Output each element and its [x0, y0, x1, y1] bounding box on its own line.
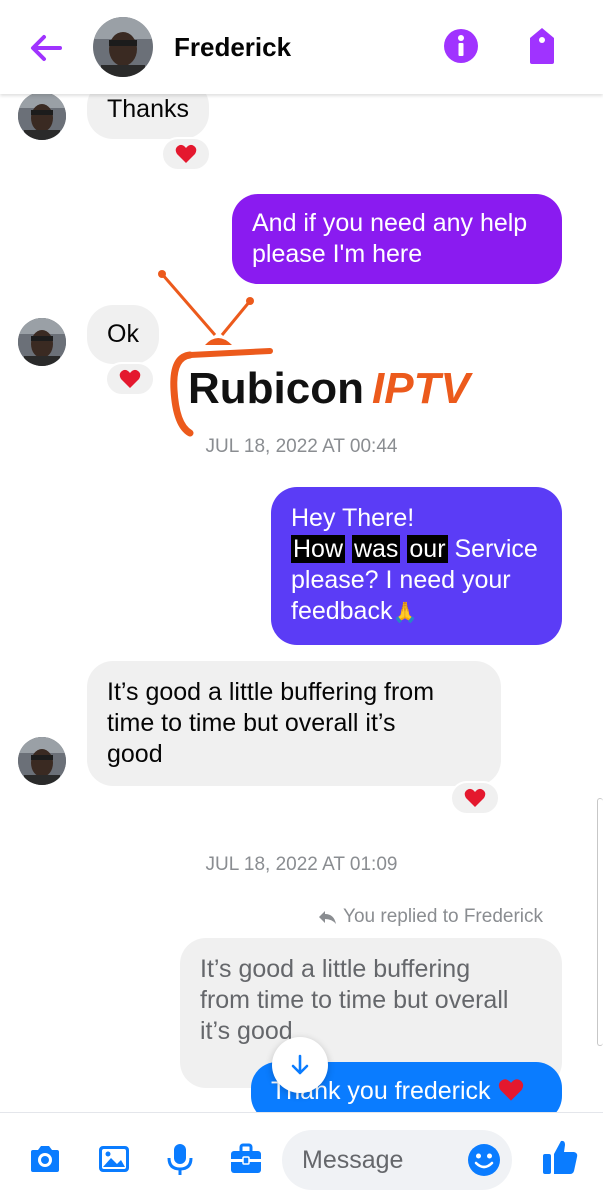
message-line: feedback🙏	[291, 596, 542, 629]
watermark-suffix: IPTV	[372, 364, 473, 413]
contact-avatar[interactable]	[93, 17, 153, 77]
message-input[interactable]: Message	[282, 1130, 512, 1190]
heart-icon	[175, 144, 197, 163]
back-arrow-icon[interactable]	[26, 28, 66, 68]
highlighted-word: our	[407, 535, 448, 563]
reply-notice-text: You replied to Frederick	[343, 906, 543, 927]
image-icon[interactable]	[96, 1141, 132, 1177]
arrow-down-icon	[291, 1054, 309, 1075]
sender-avatar[interactable]	[18, 92, 66, 140]
watermark-brand: Rubicon	[188, 364, 364, 413]
message-line: And if you need any help	[252, 209, 528, 237]
outgoing-message[interactable]: And if you need any help please I'm here	[232, 194, 562, 284]
emoji-icon[interactable]	[466, 1142, 502, 1178]
sender-avatar[interactable]	[18, 318, 66, 366]
message-line: please I'm here	[252, 240, 423, 268]
briefcase-icon[interactable]	[228, 1141, 264, 1177]
sender-avatar[interactable]	[18, 737, 66, 785]
tag-icon[interactable]	[524, 26, 560, 66]
message-text: Service	[447, 535, 538, 563]
message-line: it’s good	[200, 1017, 293, 1045]
chat-header: Frederick	[0, 0, 603, 94]
camera-icon[interactable]	[27, 1141, 63, 1177]
heart-icon	[464, 788, 486, 807]
message-line: please? I need your	[291, 566, 511, 594]
message-line: How was our Service	[291, 534, 542, 565]
thumbs-up-icon[interactable]	[540, 1137, 580, 1177]
outgoing-message[interactable]: Hey There! How was our Service please? I…	[271, 487, 562, 645]
message-line: It’s good a little buffering	[200, 955, 471, 983]
timestamp: JUL 18, 2022 AT 01:09	[205, 854, 398, 875]
message-line: from time to time but overall	[200, 986, 509, 1014]
incoming-message[interactable]: It’s good a little buffering from time t…	[87, 661, 501, 786]
reply-notice: You replied to Frederick	[317, 906, 543, 928]
message-composer: Message	[0, 1112, 603, 1200]
heart-reaction[interactable]	[450, 781, 500, 815]
message-line: time to time but overall it’s	[107, 709, 396, 737]
info-icon[interactable]	[442, 27, 480, 65]
timestamp: JUL 18, 2022 AT 00:44	[205, 436, 398, 457]
message-text: feedback	[291, 597, 393, 625]
message-placeholder: Message	[302, 1145, 404, 1174]
heart-reaction[interactable]	[105, 362, 155, 396]
message-line: It’s good a little buffering from	[107, 678, 435, 706]
contact-name[interactable]: Frederick	[174, 32, 291, 63]
incoming-message[interactable]: Ok	[87, 305, 159, 364]
rubicon-iptv-watermark: Rubicon IPTV	[158, 270, 473, 437]
highlighted-word: How	[291, 535, 346, 563]
scrollbar[interactable]	[597, 798, 603, 1046]
pray-emoji: 🙏	[392, 602, 418, 624]
message-text: Ok	[107, 320, 139, 348]
heart-reaction[interactable]	[161, 137, 211, 171]
heart-icon	[119, 369, 141, 388]
message-text: Thanks	[107, 95, 189, 123]
heart-icon	[498, 1079, 523, 1101]
message-line: Hey There!	[291, 504, 415, 532]
scroll-to-bottom-button[interactable]	[272, 1037, 328, 1093]
microphone-icon[interactable]	[162, 1141, 198, 1177]
highlighted-word: was	[351, 535, 401, 563]
message-line: good	[107, 740, 163, 768]
reply-arrow-icon	[319, 911, 337, 924]
